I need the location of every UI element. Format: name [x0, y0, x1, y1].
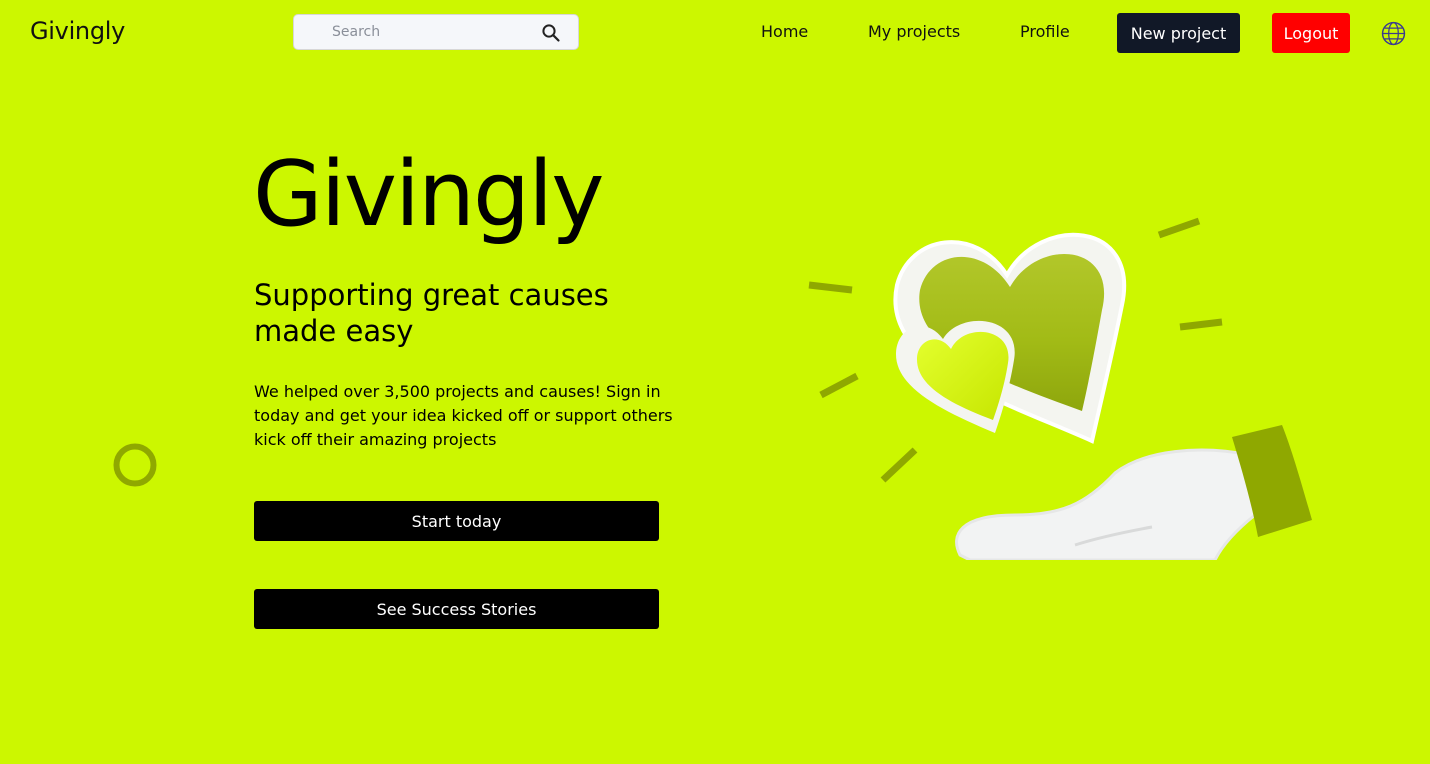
search-icon[interactable]	[541, 23, 561, 43]
hearts-hand-illustration	[808, 217, 1312, 560]
decorative-ring	[113, 443, 157, 487]
nav-link-profile[interactable]: Profile	[1020, 22, 1070, 41]
logout-button[interactable]: Logout	[1272, 13, 1350, 53]
hero-description: We helped over 3,500 projects and causes…	[254, 382, 673, 449]
nav-link-home[interactable]: Home	[761, 22, 808, 41]
top-navbar: Givingly Home My projects Profile New pr…	[0, 0, 1430, 66]
globe-icon[interactable]	[1381, 21, 1406, 46]
search-input[interactable]	[332, 15, 532, 49]
nav-link-my-projects[interactable]: My projects	[868, 22, 960, 41]
start-today-button[interactable]: Start today	[254, 501, 659, 541]
hero-subtitle: Supporting great causes made easy	[254, 278, 609, 348]
new-project-button[interactable]: New project	[1117, 13, 1240, 53]
search-box	[293, 14, 579, 50]
brand-logo[interactable]: Givingly	[30, 17, 125, 45]
hero-title: Givingly	[253, 142, 604, 247]
see-success-stories-button[interactable]: See Success Stories	[254, 589, 659, 629]
